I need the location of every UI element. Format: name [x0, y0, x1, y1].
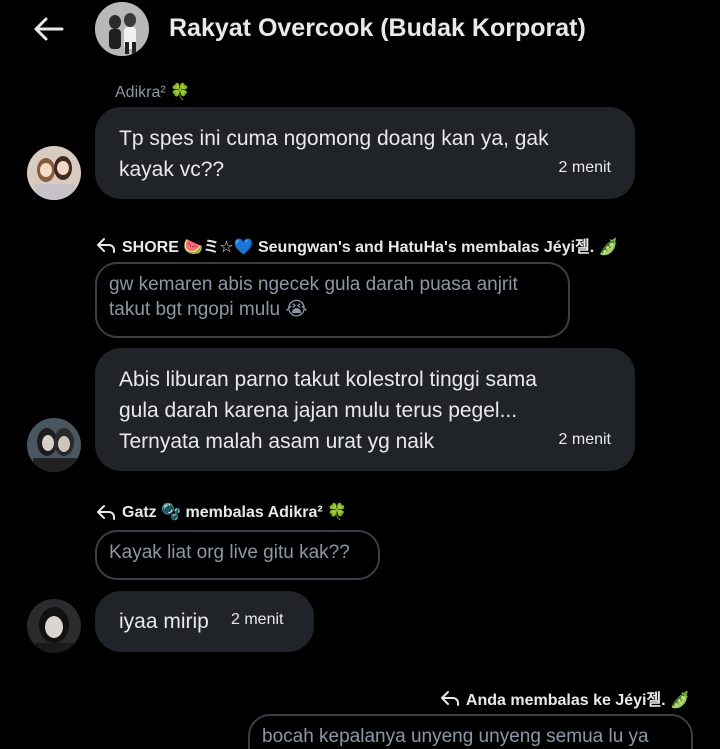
reply-header[interactable]: Anda membalas ke Jéyi젤. 🫛	[440, 686, 690, 710]
group-avatar[interactable]	[95, 2, 149, 56]
avatar[interactable]	[27, 418, 81, 472]
message-time: 2 menit	[558, 159, 611, 176]
reply-icon	[97, 238, 115, 253]
message-text: Tp spes ini cuma ngomong doang kan ya, g…	[119, 127, 549, 181]
avatar[interactable]	[27, 146, 81, 200]
message-text: Abis liburan parno takut kolestrol tingg…	[119, 368, 537, 453]
message-bubble[interactable]: iyaa mirip 2 menit	[95, 591, 314, 652]
back-button[interactable]	[30, 12, 66, 46]
avatar[interactable]	[27, 599, 81, 653]
user-photo	[27, 146, 81, 200]
sender-name[interactable]: Adikra² 🍀	[115, 82, 190, 102]
message-bubble[interactable]: Tp spes ini cuma ngomong doang kan ya, g…	[95, 107, 635, 199]
reply-icon	[440, 691, 459, 706]
quoted-message[interactable]: gw kemaren abis ngecek gula darah puasa …	[95, 262, 570, 338]
reply-header-text: Gatz 🫧 membalas Adikra² 🍀	[122, 504, 348, 521]
reply-icon	[97, 505, 115, 520]
reply-header-text: SHORE 🍉ミ☆💙 Seungwan's and HatuHa's memba…	[122, 239, 619, 256]
arrow-left-icon	[34, 17, 64, 41]
quoted-message[interactable]: bocah kepalanya unyeng unyeng semua lu y…	[248, 714, 693, 749]
quoted-message[interactable]: Kayak liat org live gitu kak??	[95, 530, 380, 580]
user-photo	[27, 599, 81, 653]
message-time: 2 menit	[558, 431, 611, 448]
reply-header-text: Anda membalas ke Jéyi젤. 🫛	[465, 692, 690, 709]
chat-header: Rakyat Overcook (Budak Korporat)	[0, 0, 720, 58]
group-photo	[95, 2, 149, 56]
group-title[interactable]: Rakyat Overcook (Budak Korporat)	[169, 14, 586, 43]
reply-header[interactable]: SHORE 🍉ミ☆💙 Seungwan's and HatuHa's memba…	[96, 233, 619, 257]
message-time: 2 menit	[231, 611, 284, 628]
reply-header[interactable]: Gatz 🫧 membalas Adikra² 🍀	[96, 502, 347, 522]
message-bubble[interactable]: Abis liburan parno takut kolestrol tingg…	[95, 348, 635, 471]
user-photo	[27, 418, 81, 472]
